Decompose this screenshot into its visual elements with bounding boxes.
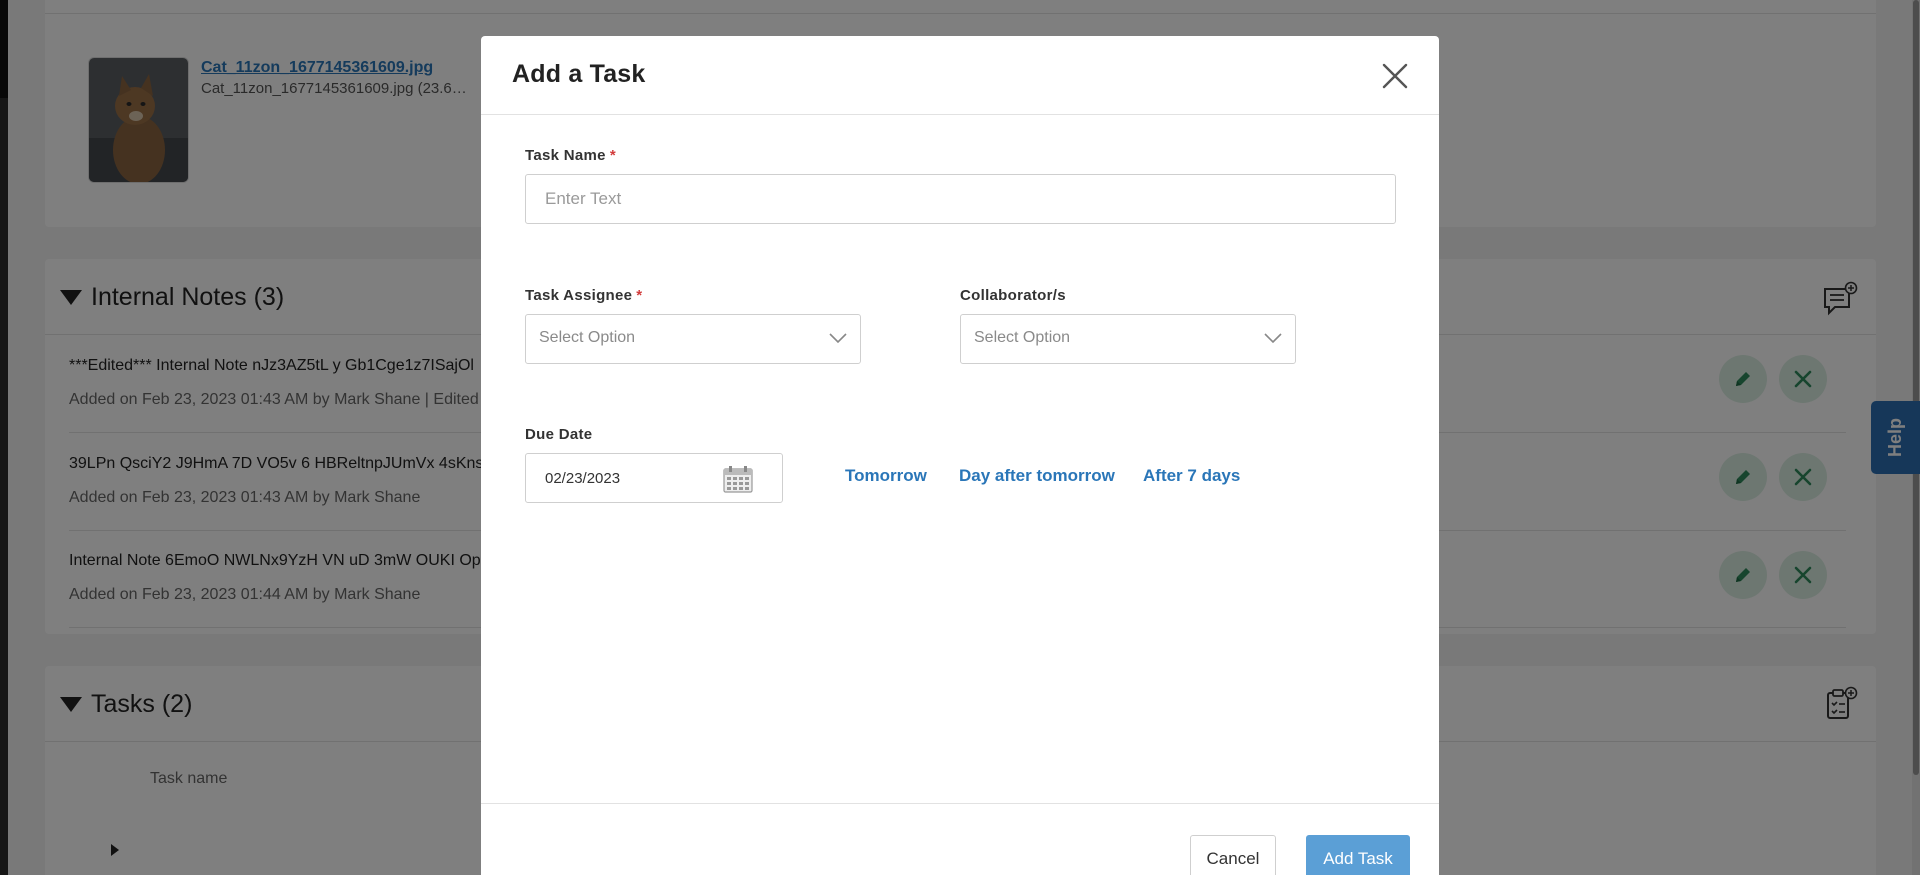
chevron-down-icon [829,333,847,344]
collaborators-select[interactable]: Select Option [960,314,1296,364]
task-assignee-label-text: Task Assignee [525,287,633,304]
task-assignee-select[interactable]: Select Option [525,314,861,364]
due-tomorrow-link[interactable]: Tomorrow [845,466,927,486]
required-asterisk: * [636,287,643,304]
required-asterisk: * [609,147,616,164]
task-assignee-label: Task Assignee * [525,287,642,304]
cancel-button[interactable]: Cancel [1190,835,1276,875]
due-after-7-days-link[interactable]: After 7 days [1143,466,1240,486]
modal-title: Add a Task [512,60,646,88]
task-name-label-text: Task Name [525,147,606,164]
close-icon[interactable] [1381,62,1409,90]
calendar-icon[interactable] [723,465,753,493]
due-date-value: 02/23/2023 [545,470,621,487]
due-date-label: Due Date [525,426,593,443]
task-name-input[interactable] [525,174,1396,224]
modal-header: Add a Task [481,36,1439,115]
collaborators-label: Collaborator/s [960,287,1066,304]
add-task-modal: Add a Task Task Name* Task Assignee* Sel… [481,36,1439,875]
due-day-after-tomorrow-link[interactable]: Day after tomorrow [959,466,1115,486]
collaborators-value: Select Option [974,329,1071,346]
add-task-button[interactable]: Add Task [1306,835,1410,875]
task-name-label: Task Name * [525,147,616,164]
due-date-input[interactable]: 02/23/2023 [525,453,783,503]
chevron-down-icon [1264,333,1282,344]
modal-footer-divider [481,803,1439,804]
task-assignee-value: Select Option [539,329,636,346]
